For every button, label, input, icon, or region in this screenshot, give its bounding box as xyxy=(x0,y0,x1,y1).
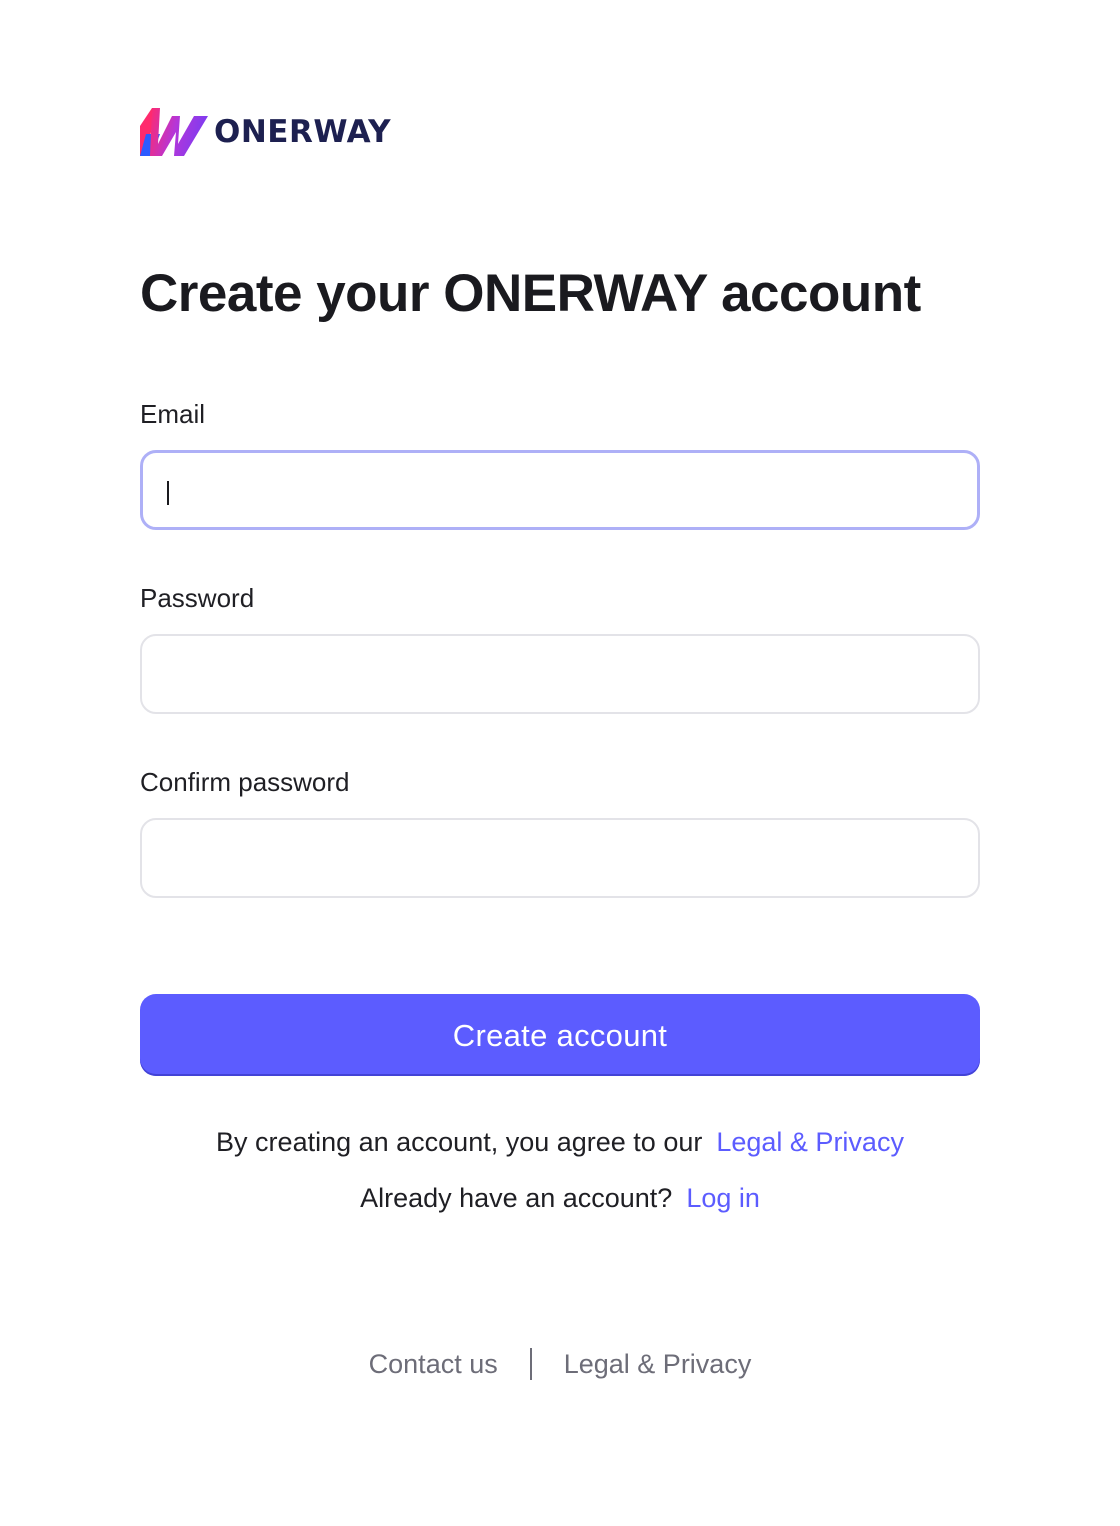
legal-privacy-link[interactable]: Legal & Privacy xyxy=(716,1127,904,1157)
text-caret xyxy=(167,481,169,505)
confirm-password-label: Confirm password xyxy=(140,767,350,797)
onerway-logo-mark-icon xyxy=(140,108,208,156)
contact-us-link[interactable]: Contact us xyxy=(369,1349,498,1380)
password-field[interactable] xyxy=(140,634,980,714)
email-label: Email xyxy=(140,399,206,429)
footer: Contact us Legal & Privacy xyxy=(0,1344,1120,1384)
confirm-password-field[interactable] xyxy=(140,818,980,898)
onerway-logo[interactable]: ONERWAY xyxy=(138,104,391,160)
login-prompt: Already have an account? Log in xyxy=(140,1178,980,1218)
log-in-link[interactable]: Log in xyxy=(686,1183,760,1213)
agreement-text: By creating an account, you agree to our… xyxy=(140,1122,980,1162)
page-title: Create your ONERWAY account xyxy=(140,264,921,323)
footer-legal-privacy-link[interactable]: Legal & Privacy xyxy=(564,1349,752,1380)
password-label: Password xyxy=(140,583,255,613)
login-prompt-label: Already have an account? xyxy=(360,1183,673,1213)
create-account-button[interactable]: Create account xyxy=(140,994,980,1076)
agreement-label: By creating an account, you agree to our xyxy=(216,1127,703,1157)
email-field[interactable] xyxy=(140,450,980,530)
footer-divider xyxy=(529,1348,532,1380)
brand-name: ONERWAY xyxy=(214,114,392,150)
